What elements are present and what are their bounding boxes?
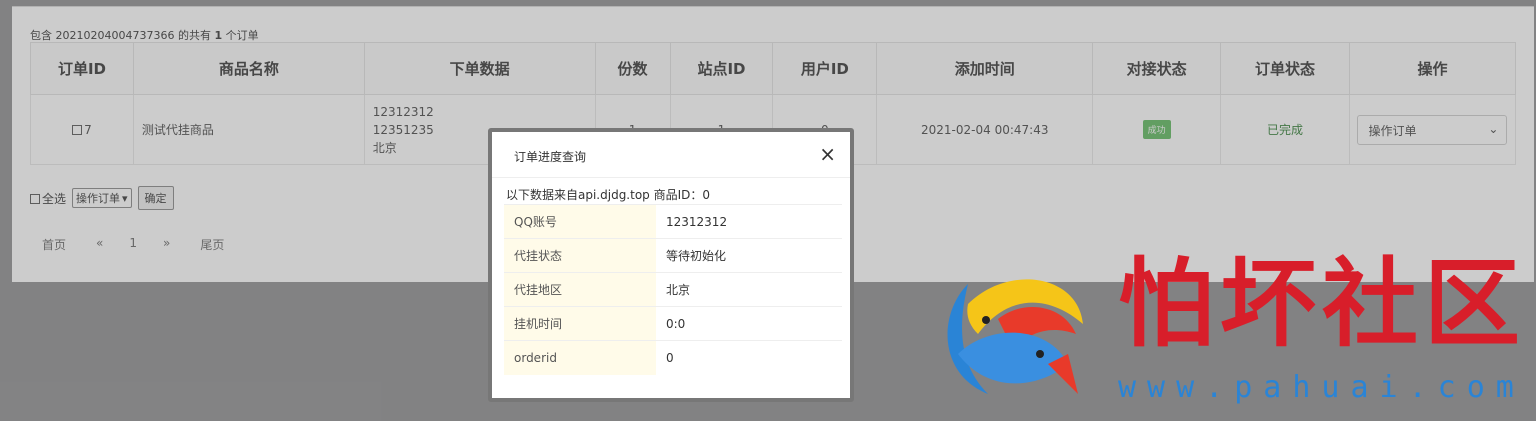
detail-key: orderid (504, 340, 656, 375)
detail-row: 代挂状态 等待初始化 (504, 238, 842, 273)
detail-key: 挂机时间 (504, 306, 656, 341)
detail-value: 0:0 (656, 306, 842, 341)
detail-key: 代挂地区 (504, 272, 656, 307)
detail-row: 挂机时间 0:0 (504, 306, 842, 341)
modal-title: 订单进度查询 (514, 150, 587, 164)
close-icon[interactable]: × (819, 142, 836, 166)
watermark-brand: 怕坏社区 (1118, 247, 1526, 360)
watermark-url: www.pahuai.com (1118, 370, 1525, 405)
order-progress-modal: 订单进度查询 × 以下数据来自api.djdg.top 商品ID：0 QQ账号 1… (488, 128, 854, 402)
detail-key: 代挂状态 (504, 238, 656, 273)
data-source-note: 以下数据来自api.djdg.top 商品ID：0 (506, 188, 711, 202)
detail-value: 12312312 (656, 204, 842, 239)
progress-details: QQ账号 12312312 代挂状态 等待初始化 代挂地区 北京 挂机时间 0:0 or… (504, 204, 842, 375)
detail-row: orderid 0 (504, 340, 842, 375)
modal-header: 订单进度查询 × (492, 132, 850, 178)
detail-value: 0 (656, 340, 842, 375)
detail-row: QQ账号 12312312 (504, 204, 842, 239)
detail-value: 等待初始化 (656, 238, 842, 273)
detail-key: QQ账号 (504, 204, 656, 239)
detail-value: 北京 (656, 272, 842, 307)
detail-row: 代挂地区 北京 (504, 272, 842, 307)
fish-logo-icon (947, 279, 1083, 394)
